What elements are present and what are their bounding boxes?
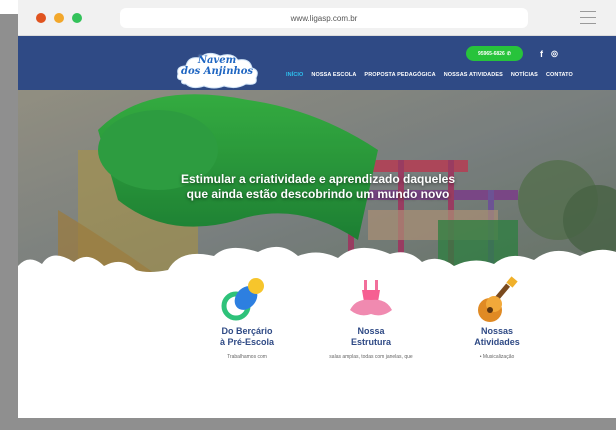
nav-noticias[interactable]: NOTÍCIAS — [511, 72, 538, 78]
tutu-icon — [350, 280, 392, 316]
address-bar[interactable]: www.ligasp.com.br — [120, 8, 528, 28]
instagram-icon[interactable]: ◎ — [551, 49, 558, 58]
url-text: www.ligasp.com.br — [290, 13, 358, 23]
site-header: Navem dos Anjinhos 95965-6826 ✆ f ◎ INÍC… — [18, 36, 616, 90]
hamburger-menu-icon[interactable] — [580, 11, 596, 25]
maximize-window-button[interactable] — [72, 13, 82, 23]
nav-nossas-atividades[interactable]: NOSSAS ATIVIDADES — [444, 72, 503, 78]
minimize-window-button[interactable] — [54, 13, 64, 23]
feature-text: Trabalhamos com — [227, 354, 267, 360]
feature-bercario: Do Berçário à Pré-Escola Trabalhamos com — [182, 326, 312, 360]
device-shadow-bottom — [0, 418, 616, 430]
logo-wordmark: Navem dos Anjinhos — [180, 55, 254, 77]
hero-headline: Estimular a criatividade e aprendizado d… — [180, 172, 456, 201]
nav-proposta-pedagogica[interactable]: PROPOSTA PEDAGÓGICA — [364, 72, 435, 78]
pacifier-icon — [221, 278, 264, 321]
nav-nossa-escola[interactable]: NOSSA ESCOLA — [311, 72, 356, 78]
device-shadow-left — [0, 14, 18, 430]
website-viewport: Navem dos Anjinhos 95965-6826 ✆ f ◎ INÍC… — [18, 36, 616, 418]
guitar-icon — [478, 276, 518, 322]
whatsapp-phone-button[interactable]: 95965-6826 ✆ — [466, 46, 523, 61]
nav-inicio[interactable]: INÍCIO — [286, 72, 303, 78]
feature-list-item: • Musicalização — [479, 354, 515, 360]
site-logo[interactable]: Navem dos Anjinhos — [174, 50, 260, 90]
feature-title: Nossas Atividades — [474, 326, 520, 347]
feature-text: salas amplas, todas com janelas, que — [329, 354, 413, 360]
facebook-icon[interactable]: f — [540, 49, 543, 59]
nav-contato[interactable]: CONTATO — [546, 72, 573, 78]
feature-atividades: Nossas Atividades • Musicalização — [432, 326, 562, 360]
browser-chrome: www.ligasp.com.br — [18, 0, 616, 36]
main-nav: INÍCIO NOSSA ESCOLA PROPOSTA PEDAGÓGICA … — [286, 72, 573, 78]
feature-title: Do Berçário à Pré-Escola — [219, 326, 275, 347]
feature-estrutura: Nossa Estrutura salas amplas, todas com … — [306, 326, 436, 360]
whatsapp-icon: ✆ — [506, 50, 511, 57]
close-window-button[interactable] — [36, 13, 46, 23]
feature-title: Nossa Estrutura — [350, 326, 391, 347]
cloud-divider — [18, 246, 616, 316]
